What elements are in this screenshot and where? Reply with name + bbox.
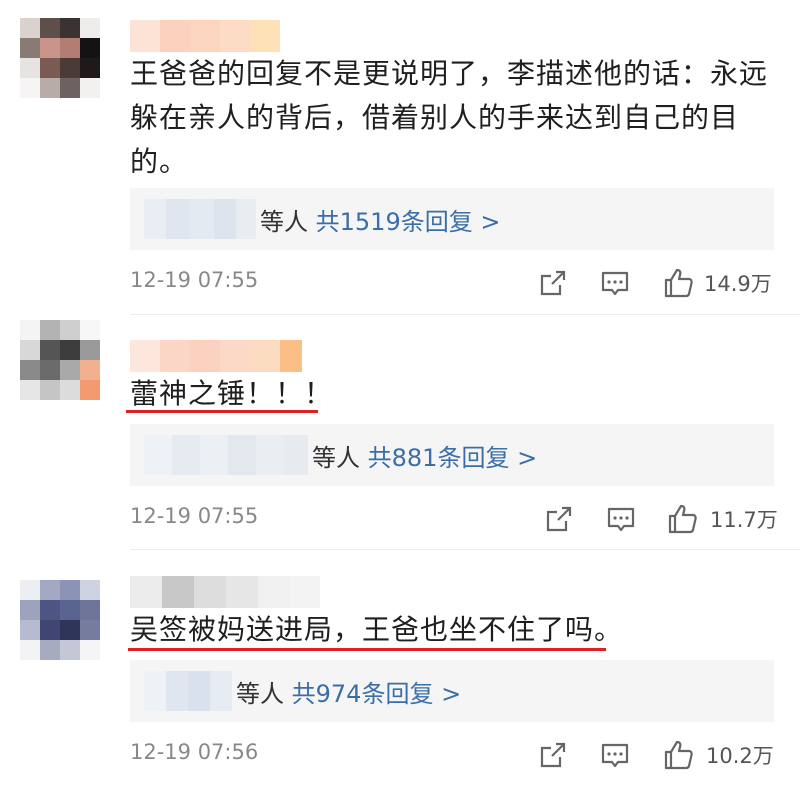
replies-preview[interactable]: 等人 共881条回复 > bbox=[130, 424, 774, 486]
comment-text-line: 吴签被妈送进局，王爸也坐不住了吗。 bbox=[130, 613, 624, 646]
username-blurred[interactable] bbox=[130, 340, 302, 372]
like-count: 11.7万 bbox=[710, 508, 778, 532]
divider bbox=[130, 549, 800, 550]
comment-text-line: 王爸爸的回复不是更说明了，李描述他的话：永远 bbox=[130, 57, 769, 90]
timestamp: 12-19 07:56 bbox=[130, 740, 259, 764]
view-replies-link[interactable]: 共974条回复 > bbox=[292, 680, 462, 708]
replies-suffix: 等人 bbox=[260, 207, 308, 236]
like-count: 10.2万 bbox=[706, 744, 774, 768]
replier-names-blurred bbox=[144, 671, 232, 711]
comment-icon[interactable] bbox=[604, 502, 638, 536]
replies-summary: 等人 共881条回复 > bbox=[312, 438, 537, 473]
comment-text-line: 躲在亲人的背后，借着别人的手来达到自己的目 bbox=[130, 101, 740, 134]
avatar[interactable] bbox=[20, 580, 100, 660]
comment-text: 王爸爸的回复不是更说明了，李描述他的话：永远 躲在亲人的背后，借着别人的手来达到… bbox=[130, 52, 768, 184]
comment-text-line: 的。 bbox=[130, 145, 189, 178]
thumbs-up-icon[interactable] bbox=[666, 502, 700, 536]
share-icon[interactable] bbox=[542, 502, 576, 536]
replier-names-blurred bbox=[144, 435, 308, 475]
username-blurred[interactable] bbox=[130, 576, 320, 608]
share-icon[interactable] bbox=[536, 266, 570, 300]
timestamp: 12-19 07:55 bbox=[130, 504, 259, 528]
avatar[interactable] bbox=[20, 320, 100, 400]
view-replies-link[interactable]: 共1519条回复 > bbox=[316, 208, 501, 236]
red-underline bbox=[128, 648, 606, 651]
replies-preview[interactable]: 等人 共1519条回复 > bbox=[130, 188, 774, 250]
replies-suffix: 等人 bbox=[312, 443, 360, 472]
avatar[interactable] bbox=[20, 18, 100, 98]
thumbs-up-icon[interactable] bbox=[662, 738, 696, 772]
comment-text: 吴签被妈送进局，王爸也坐不住了吗。 bbox=[130, 608, 623, 652]
comment-icon[interactable] bbox=[598, 266, 632, 300]
timestamp: 12-19 07:55 bbox=[130, 268, 259, 292]
divider bbox=[130, 314, 800, 315]
thumbs-up-icon[interactable] bbox=[662, 266, 696, 300]
replier-names-blurred bbox=[144, 199, 256, 239]
comment-icon[interactable] bbox=[598, 738, 632, 772]
replies-summary: 等人 共974条回复 > bbox=[236, 674, 461, 709]
like-count: 14.9万 bbox=[704, 272, 772, 296]
replies-preview[interactable]: 等人 共974条回复 > bbox=[130, 660, 774, 722]
view-replies-link[interactable]: 共881条回复 > bbox=[368, 444, 538, 472]
replies-suffix: 等人 bbox=[236, 679, 284, 708]
share-icon[interactable] bbox=[536, 738, 570, 772]
red-underline bbox=[126, 410, 318, 413]
username-blurred[interactable] bbox=[130, 20, 280, 52]
replies-summary: 等人 共1519条回复 > bbox=[260, 202, 500, 237]
comment-meta: 12-19 07:55 11.7万 bbox=[130, 502, 778, 536]
comment-meta: 12-19 07:55 14.9万 bbox=[130, 266, 774, 300]
comment-meta: 12-19 07:56 10.2万 bbox=[130, 738, 774, 772]
